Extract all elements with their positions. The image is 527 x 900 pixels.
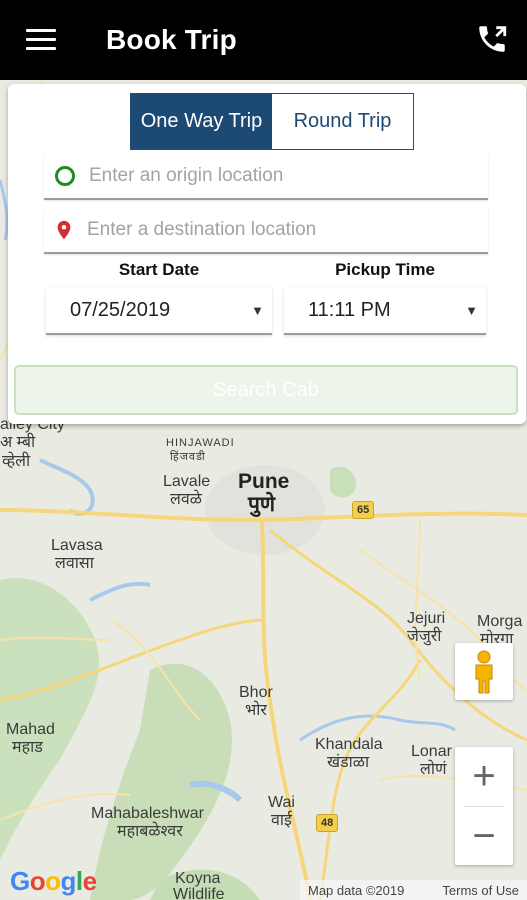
origin-field[interactable]	[44, 154, 488, 200]
app-bar: Book Trip	[0, 0, 527, 80]
dropdown-arrow-icon: ▼	[465, 302, 478, 318]
map-label-khandala: Khandala	[315, 736, 383, 753]
map-label-mahad-mr: महाड	[12, 739, 43, 756]
pickup-time-select[interactable]: 11:11 PM ▼	[284, 287, 486, 335]
destination-field[interactable]	[44, 208, 488, 254]
map-label-wai: Wai	[268, 794, 295, 811]
map-label-lonand: Lonar	[411, 743, 452, 760]
highway-65-shield: 65	[352, 501, 375, 519]
destination-input[interactable]	[87, 219, 477, 241]
map-pin-icon	[57, 220, 71, 240]
map-label-jejuri-mr: जेजुरी	[407, 628, 442, 645]
zoom-in-button[interactable]: +	[455, 747, 513, 806]
map-label-bhor: Bhor	[239, 684, 273, 701]
start-date-label: Start Date	[118, 260, 200, 279]
zoom-controls: + −	[455, 747, 513, 865]
origin-input[interactable]	[89, 165, 479, 187]
start-date-select[interactable]: 07/25/2019 ▼	[46, 287, 272, 335]
map-label-mahabaleshwar: Mahabaleshwar	[91, 805, 204, 822]
round-trip-button[interactable]: Round Trip	[272, 94, 413, 149]
street-view-pegman-button[interactable]	[455, 643, 513, 700]
map-label-lavasa: Lavasa	[51, 537, 103, 554]
trip-type-toggle: One Way Trip Round Trip	[130, 93, 414, 150]
origin-circle-icon	[55, 166, 75, 186]
pickup-time-label: Pickup Time	[335, 260, 435, 279]
map-label-hinjawadi-mr: हिंजवडी	[170, 451, 206, 463]
pegman-icon	[475, 650, 493, 693]
highway-48-shield: 48	[316, 814, 339, 832]
trip-booking-card: One Way Trip Round Trip Start Date Picku…	[8, 84, 526, 424]
map-label-mahabaleshwar-mr: महाबळेश्वर	[117, 823, 183, 840]
map-label-koyna-wildlife: Wildlife	[173, 886, 225, 900]
map-label-hinjawadi: HINJAWADI	[166, 437, 235, 449]
map-label-valley-mr: व्हेली	[2, 453, 31, 470]
start-date-value: 07/25/2019	[70, 298, 171, 321]
map-label-lavasa-mr: लवासा	[55, 555, 94, 572]
map-label-bhor-mr: भोर	[245, 702, 267, 719]
map-label-aamby-mr: अ म्बी	[0, 434, 36, 451]
map-label-morgaon: Morga	[477, 613, 523, 630]
one-way-trip-button[interactable]: One Way Trip	[131, 94, 272, 149]
map-label-mahad: Mahad	[6, 721, 55, 738]
map-label-lavale: Lavale	[163, 473, 211, 490]
map-data-text: Map data ©2019	[308, 882, 405, 898]
map-label-lavale-mr: लवळे	[170, 491, 202, 508]
zoom-out-button[interactable]: −	[455, 807, 513, 866]
terms-of-use-link[interactable]: Terms of Use	[442, 883, 519, 898]
pickup-time-value: 11:11 PM	[308, 298, 391, 321]
page-title: Book Trip	[106, 24, 237, 55]
google-logo[interactable]: Google	[10, 866, 97, 897]
map-label-wai-mr: वाई	[271, 812, 292, 829]
hamburger-menu-icon[interactable]	[26, 29, 56, 51]
map-label-jejuri: Jejuri	[407, 610, 446, 627]
map-label-lonand-mr: लोणं	[420, 761, 447, 778]
dropdown-arrow-icon: ▼	[251, 302, 264, 318]
map-label-pune: Pune	[238, 470, 290, 493]
call-forward-icon[interactable]	[475, 22, 509, 56]
map-attribution: Map data ©2019 Terms of Use	[300, 880, 527, 900]
search-cab-button[interactable]: Search Cab	[14, 365, 518, 415]
map-label-pune-mr: पुणे	[248, 493, 276, 516]
map-label-khandala-mr: खंडाळा	[327, 754, 370, 771]
